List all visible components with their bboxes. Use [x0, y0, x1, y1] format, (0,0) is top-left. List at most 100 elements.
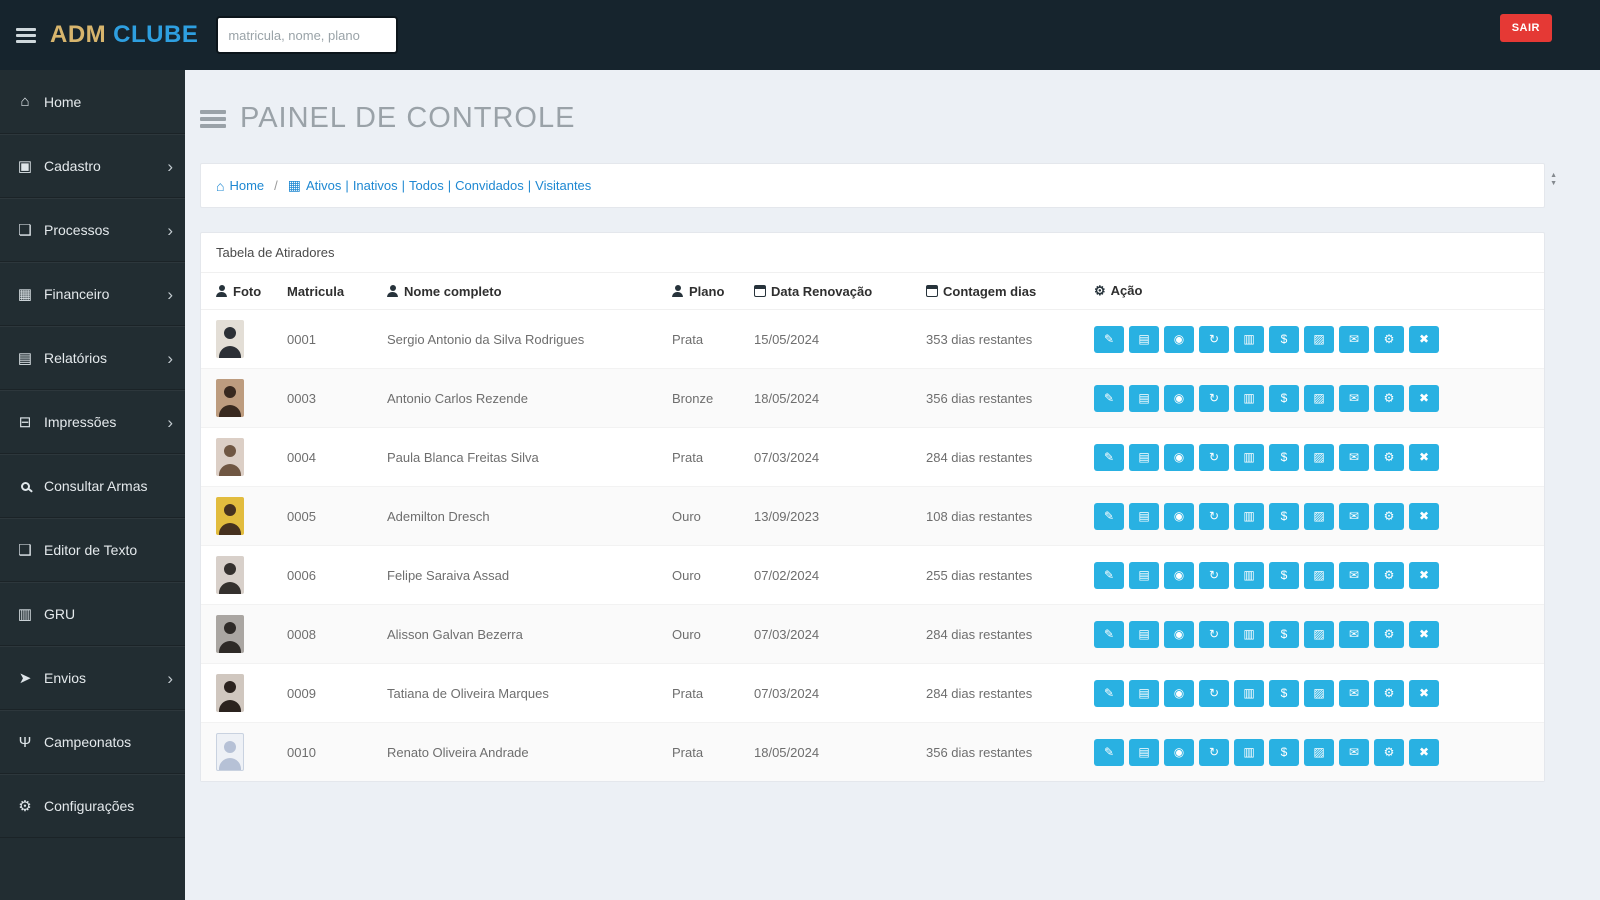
photo-button[interactable]: ◉ [1164, 385, 1194, 412]
delete-button[interactable]: ✖ [1409, 503, 1439, 530]
id-card-button[interactable]: ▤ [1129, 680, 1159, 707]
logout-button[interactable]: SAIR [1500, 14, 1552, 42]
id-card-button[interactable]: ▤ [1129, 621, 1159, 648]
document-button[interactable]: ▨ [1304, 385, 1334, 412]
sidebar-item-editor-de-texto[interactable]: ❑Editor de Texto [0, 518, 185, 582]
renew-button[interactable]: ↻ [1199, 385, 1229, 412]
tools-button[interactable]: ⚙ [1374, 562, 1404, 589]
id-card-button[interactable]: ▤ [1129, 444, 1159, 471]
delete-button[interactable]: ✖ [1409, 739, 1439, 766]
payment-button[interactable]: $ [1269, 385, 1299, 412]
breadcrumb-link-visitantes[interactable]: Visitantes [535, 178, 591, 193]
renew-button[interactable]: ↻ [1199, 739, 1229, 766]
email-button[interactable]: ✉ [1339, 680, 1369, 707]
sidebar-item-impressoes[interactable]: ⊟Impressões› [0, 390, 185, 454]
email-button[interactable]: ✉ [1339, 385, 1369, 412]
edit-button[interactable]: ✎ [1094, 503, 1124, 530]
delete-button[interactable]: ✖ [1409, 326, 1439, 353]
sidebar-item-relatorios[interactable]: ▤Relatórios› [0, 326, 185, 390]
id-card-button[interactable]: ▤ [1129, 562, 1159, 589]
search-input[interactable] [216, 16, 398, 54]
payment-button[interactable]: $ [1269, 739, 1299, 766]
document-button[interactable]: ▨ [1304, 503, 1334, 530]
document-button[interactable]: ▨ [1304, 680, 1334, 707]
email-button[interactable]: ✉ [1339, 562, 1369, 589]
payment-button[interactable]: $ [1269, 621, 1299, 648]
scroll-up-icon[interactable]: ▲ [1550, 172, 1557, 179]
edit-button[interactable]: ✎ [1094, 621, 1124, 648]
sidebar-item-cadastro[interactable]: ▣Cadastro› [0, 134, 185, 198]
book-button[interactable]: ▥ [1234, 680, 1264, 707]
renew-button[interactable]: ↻ [1199, 562, 1229, 589]
scrollbar-arrows[interactable]: ▲ ▼ [1550, 172, 1557, 187]
sidebar-item-financeiro[interactable]: ▦Financeiro› [0, 262, 185, 326]
email-button[interactable]: ✉ [1339, 444, 1369, 471]
photo-button[interactable]: ◉ [1164, 680, 1194, 707]
breadcrumb-link-convidados[interactable]: Convidados [455, 178, 524, 193]
edit-button[interactable]: ✎ [1094, 444, 1124, 471]
delete-button[interactable]: ✖ [1409, 385, 1439, 412]
renew-button[interactable]: ↻ [1199, 680, 1229, 707]
id-card-button[interactable]: ▤ [1129, 503, 1159, 530]
renew-button[interactable]: ↻ [1199, 444, 1229, 471]
book-button[interactable]: ▥ [1234, 444, 1264, 471]
breadcrumb-link-todos[interactable]: Todos [409, 178, 444, 193]
sidebar-item-campeonatos[interactable]: ΨCampeonatos [0, 710, 185, 774]
tools-button[interactable]: ⚙ [1374, 326, 1404, 353]
renew-button[interactable]: ↻ [1199, 621, 1229, 648]
document-button[interactable]: ▨ [1304, 444, 1334, 471]
delete-button[interactable]: ✖ [1409, 444, 1439, 471]
document-button[interactable]: ▨ [1304, 621, 1334, 648]
document-button[interactable]: ▨ [1304, 739, 1334, 766]
book-button[interactable]: ▥ [1234, 739, 1264, 766]
renew-button[interactable]: ↻ [1199, 503, 1229, 530]
email-button[interactable]: ✉ [1339, 739, 1369, 766]
tools-button[interactable]: ⚙ [1374, 680, 1404, 707]
payment-button[interactable]: $ [1269, 503, 1299, 530]
id-card-button[interactable]: ▤ [1129, 739, 1159, 766]
photo-button[interactable]: ◉ [1164, 326, 1194, 353]
email-button[interactable]: ✉ [1339, 326, 1369, 353]
payment-button[interactable]: $ [1269, 680, 1299, 707]
book-button[interactable]: ▥ [1234, 326, 1264, 353]
sidebar-item-processos[interactable]: ❏Processos› [0, 198, 185, 262]
edit-button[interactable]: ✎ [1094, 385, 1124, 412]
id-card-button[interactable]: ▤ [1129, 385, 1159, 412]
scroll-down-icon[interactable]: ▼ [1550, 180, 1557, 187]
book-button[interactable]: ▥ [1234, 562, 1264, 589]
tools-button[interactable]: ⚙ [1374, 739, 1404, 766]
edit-button[interactable]: ✎ [1094, 680, 1124, 707]
book-button[interactable]: ▥ [1234, 385, 1264, 412]
breadcrumb-link-inativos[interactable]: Inativos [353, 178, 398, 193]
photo-button[interactable]: ◉ [1164, 444, 1194, 471]
payment-button[interactable]: $ [1269, 562, 1299, 589]
tools-button[interactable]: ⚙ [1374, 444, 1404, 471]
tools-button[interactable]: ⚙ [1374, 621, 1404, 648]
email-button[interactable]: ✉ [1339, 621, 1369, 648]
photo-button[interactable]: ◉ [1164, 503, 1194, 530]
breadcrumb-link-ativos[interactable]: Ativos [306, 178, 341, 193]
payment-button[interactable]: $ [1269, 444, 1299, 471]
photo-button[interactable]: ◉ [1164, 739, 1194, 766]
tools-button[interactable]: ⚙ [1374, 385, 1404, 412]
document-button[interactable]: ▨ [1304, 562, 1334, 589]
edit-button[interactable]: ✎ [1094, 562, 1124, 589]
sidebar-item-home[interactable]: ⌂Home [0, 70, 185, 134]
sidebar-item-envios[interactable]: ➤Envios› [0, 646, 185, 710]
sidebar-item-configuracoes[interactable]: ⚙Configurações [0, 774, 185, 838]
renew-button[interactable]: ↻ [1199, 326, 1229, 353]
edit-button[interactable]: ✎ [1094, 326, 1124, 353]
id-card-button[interactable]: ▤ [1129, 326, 1159, 353]
delete-button[interactable]: ✖ [1409, 562, 1439, 589]
document-button[interactable]: ▨ [1304, 326, 1334, 353]
payment-button[interactable]: $ [1269, 326, 1299, 353]
photo-button[interactable]: ◉ [1164, 562, 1194, 589]
book-button[interactable]: ▥ [1234, 503, 1264, 530]
book-button[interactable]: ▥ [1234, 621, 1264, 648]
email-button[interactable]: ✉ [1339, 503, 1369, 530]
menu-toggle-icon[interactable] [16, 25, 36, 46]
tools-button[interactable]: ⚙ [1374, 503, 1404, 530]
delete-button[interactable]: ✖ [1409, 621, 1439, 648]
delete-button[interactable]: ✖ [1409, 680, 1439, 707]
sidebar-item-gru[interactable]: ▥GRU [0, 582, 185, 646]
